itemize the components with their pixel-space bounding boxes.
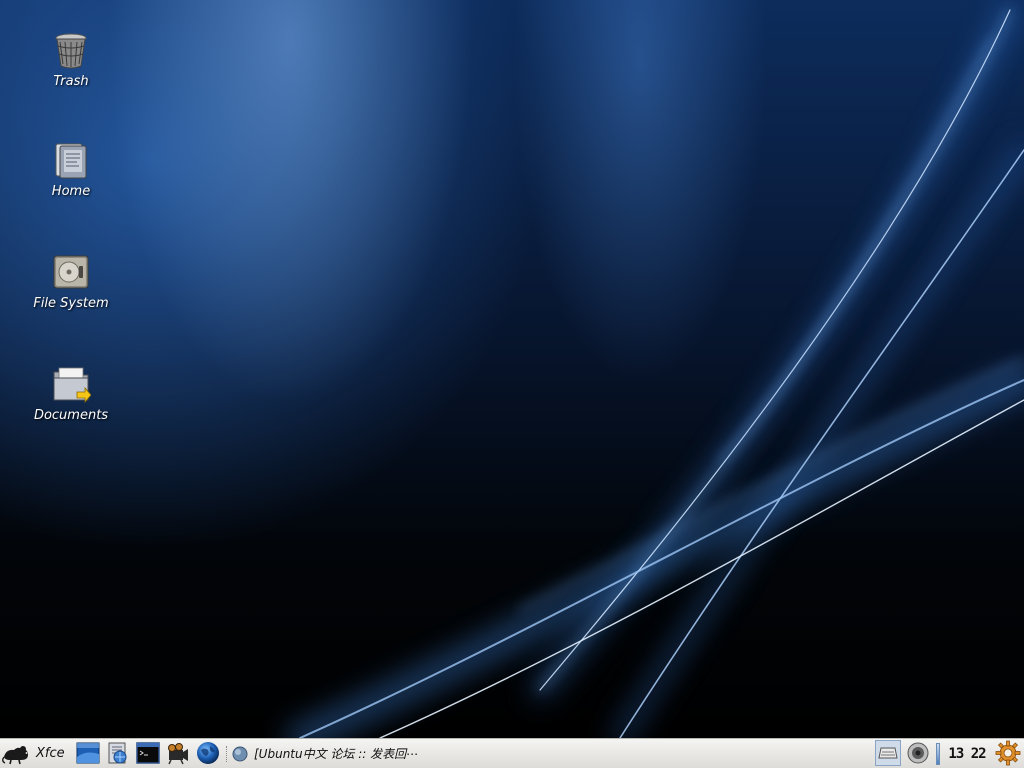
desktop-icon-label: Documents [33,408,109,423]
browser-window-icon [232,746,248,761]
documents-folder-icon [53,367,91,404]
xfce-menu-label: Xfce [36,746,65,761]
xfce-mouse-icon [2,745,28,764]
tray-volume-control[interactable] [904,739,932,767]
panel-separator [226,746,229,762]
volume-level-fill [936,742,940,765]
bottom-panel: Xfce [Ubuntu中文 论坛:: 发表回⋯ 13 22 [0,738,1024,768]
desktop-icon-label: File System [33,296,109,311]
desktop-icon-label: Home [51,184,91,199]
file-manager-launcher-icon [108,742,127,764]
xfce-menu-button[interactable]: Xfce [2,739,68,768]
keyboard-icon [878,747,898,759]
media-player-launcher-icon [168,743,188,765]
terminal-launcher-icon [136,742,160,764]
desktop-launcher[interactable] [74,739,102,767]
desktop-icon-documents[interactable]: Documents [16,364,126,423]
tray-keyboard-indicator[interactable] [875,740,901,766]
file-manager-launcher[interactable] [104,739,132,767]
media-player-launcher[interactable] [164,739,192,767]
panel-clock[interactable]: 13 22 [946,739,988,768]
terminal-launcher[interactable] [134,739,162,767]
web-browser-launcher[interactable] [194,739,222,767]
taskbar-window-button[interactable]: [Ubuntu中文 论坛 :: 发表回⋯ [232,739,792,768]
hard-drive-icon [53,255,89,289]
trash-icon [55,33,87,69]
home-folder-icon [55,143,87,179]
wallpaper-streaks [286,1,1024,738]
speaker-icon [907,742,929,764]
desktop[interactable]: Trash Home File System Documents [0,0,1024,738]
web-browser-launcher-icon [197,742,219,764]
gear-icon [995,740,1021,766]
desktop-icon-trash[interactable]: Trash [16,30,126,89]
desktop-icon-file-system[interactable]: File System [16,252,126,311]
taskbar-window-title: [Ubuntu中文 论坛 :: 发表回⋯ [254,747,419,761]
desktop-launcher-icon [76,742,100,764]
volume-level-bar[interactable] [934,739,942,768]
desktop-icon-home[interactable]: Home [16,140,126,199]
tray-logout-button[interactable] [994,739,1022,767]
desktop-icon-label: Trash [53,74,89,89]
